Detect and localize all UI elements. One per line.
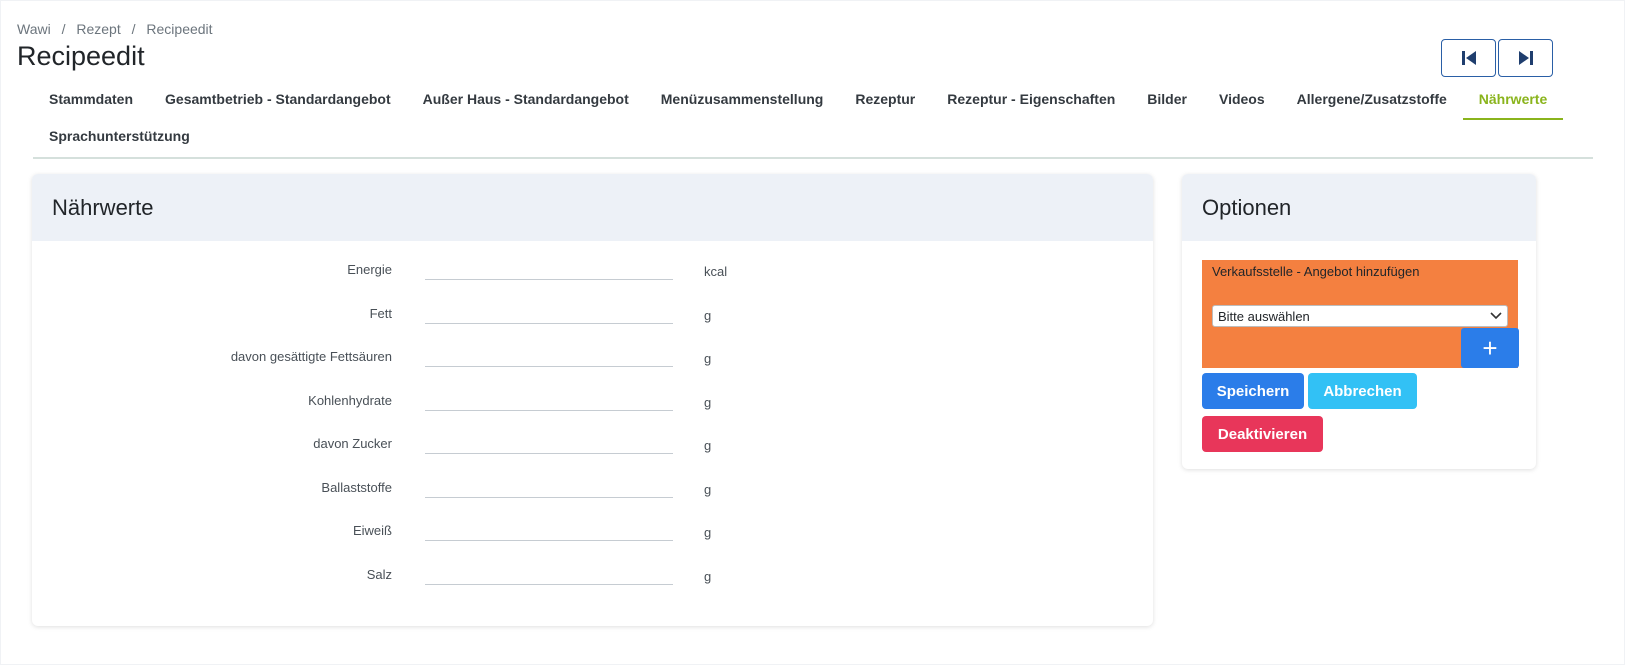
naehrwert-label: Ballaststoffe	[321, 479, 392, 495]
naehrwert-unit: g	[704, 438, 712, 453]
verkaufsstelle-panel: Verkaufsstelle - Angebot hinzufügen Bitt…	[1202, 260, 1519, 368]
naehrwert-input[interactable]	[425, 384, 673, 411]
tab-allergene-zusatzstoffe[interactable]: Allergene/Zusatzstoffe	[1281, 83, 1463, 120]
tab-videos[interactable]: Videos	[1203, 83, 1281, 120]
breadcrumb-separator: /	[131, 21, 136, 37]
tab-rezeptur-eigenschaften[interactable]: Rezeptur - Eigenschaften	[931, 83, 1131, 120]
naehrwert-input[interactable]	[425, 471, 673, 498]
breadcrumb-item-recipeedit: Recipeedit	[146, 21, 213, 37]
naehrwert-unit: g	[704, 394, 712, 410]
select-value: Bitte auswählen	[1218, 308, 1310, 324]
tab-row: Sprachunterstützung	[33, 120, 1593, 157]
deactivate-button[interactable]: Deaktivieren	[1202, 416, 1323, 452]
naehrwert-input[interactable]	[425, 558, 673, 585]
naehrwert-label: Fett	[369, 305, 392, 321]
chevron-down-icon	[1490, 312, 1502, 320]
naehrwert-input[interactable]	[425, 297, 673, 324]
breadcrumb-item-wawi[interactable]: Wawi	[17, 21, 51, 37]
naehrwert-label: Kohlenhydrate	[308, 392, 392, 408]
breadcrumb-separator: /	[61, 21, 66, 37]
optionen-card-title: Optionen	[1182, 174, 1536, 241]
verkaufsstelle-label: Verkaufsstelle - Angebot hinzufügen	[1212, 264, 1420, 279]
naehrwert-label: davon Zucker	[313, 436, 392, 451]
first-record-button[interactable]	[1441, 39, 1496, 77]
page: Wawi / Rezept / Recipeedit Recipeedit St…	[1, 1, 1624, 664]
naehrwert-label: davon gesättigte Fettsäuren	[230, 349, 392, 364]
tab-row: Stammdaten Gesamtbetrieb - Standardangebo…	[33, 83, 1593, 120]
naehrwert-input[interactable]	[425, 341, 673, 367]
tab-außer-haus-standardangebot[interactable]: Außer Haus - Standardangebot	[407, 83, 645, 120]
naehrwert-input[interactable]	[425, 254, 673, 280]
naehrwert-label: Energie	[347, 262, 392, 277]
tab-bar: Stammdaten Gesamtbetrieb - Standardangebo…	[33, 83, 1593, 159]
tab-menüzusammenstellung[interactable]: Menüzusammenstellung	[645, 83, 840, 120]
naehrwert-label: Eiweiß	[352, 523, 392, 538]
naehrwerte-card-title: Nährwerte	[32, 174, 1153, 241]
naehrwert-unit: g	[704, 568, 712, 584]
tab-stammdaten[interactable]: Stammdaten	[33, 83, 149, 120]
breadcrumb-item-rezept[interactable]: Rezept	[76, 21, 120, 37]
tab-bilder[interactable]: Bilder	[1131, 83, 1203, 120]
naehrwert-input[interactable]	[425, 515, 673, 541]
skip-back-icon	[1461, 51, 1476, 65]
add-verkaufsstelle-button[interactable]: +	[1461, 328, 1519, 368]
tab-sprachunterstützung[interactable]: Sprachunterstützung	[33, 120, 206, 157]
naehrwert-unit: g	[704, 525, 712, 540]
naehrwert-label: Salz	[366, 566, 392, 582]
optionen-card: Optionen Verkaufsstelle - Angebot hinzuf…	[1182, 174, 1536, 469]
tab-rezeptur[interactable]: Rezeptur	[839, 83, 931, 120]
naehrwert-input[interactable]	[425, 428, 673, 454]
breadcrumb: Wawi / Rezept / Recipeedit	[17, 21, 213, 37]
cancel-button[interactable]: Abbrechen	[1308, 373, 1417, 409]
naehrwert-unit: g	[704, 307, 712, 323]
naehrwert-unit: g	[704, 351, 712, 366]
naehrwerte-card: Nährwerte Energie kcal Fett g davon gesättig…	[32, 174, 1153, 626]
verkaufsstelle-select[interactable]: Bitte auswählen	[1212, 305, 1508, 327]
tab-gesamtbetrieb-standardangebot[interactable]: Gesamtbetrieb - Standardangebot	[149, 83, 407, 120]
skip-forward-icon	[1518, 51, 1533, 65]
naehrwert-unit: kcal	[704, 264, 728, 279]
tab-nährwerte[interactable]: Nährwerte	[1462, 83, 1564, 120]
save-button[interactable]: Speichern	[1202, 373, 1304, 409]
naehrwert-row: Salz g	[32, 558, 1153, 611]
page-title: Recipeedit	[17, 41, 145, 71]
naehrwert-unit: g	[704, 481, 712, 497]
last-record-button[interactable]	[1498, 39, 1553, 77]
